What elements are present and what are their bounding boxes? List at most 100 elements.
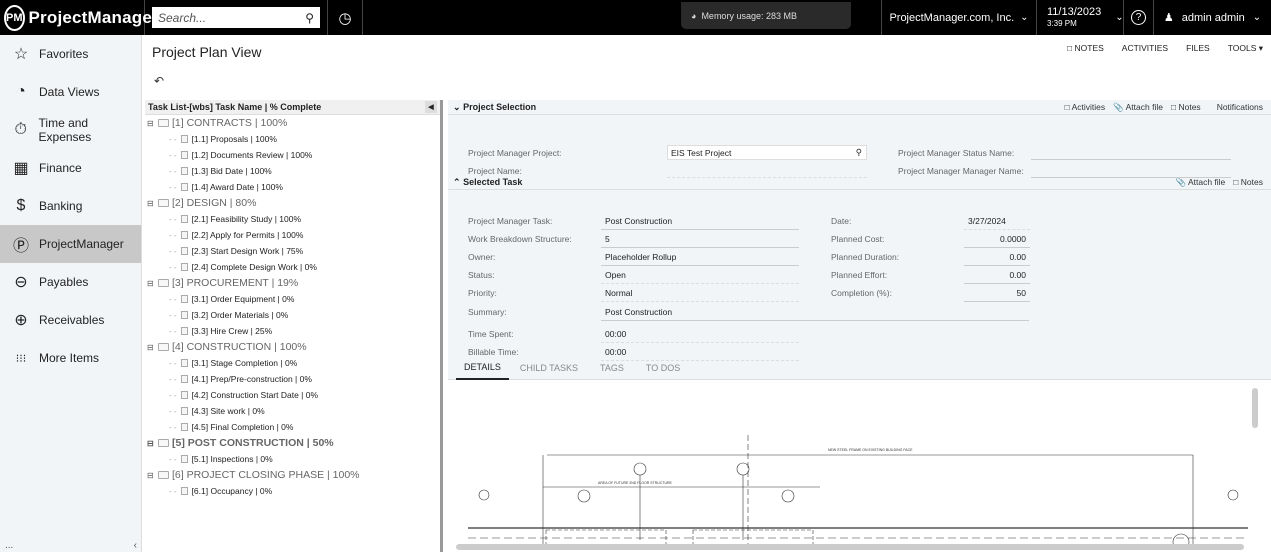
sidebar-item-finance[interactable]: ▦ Finance — [0, 149, 141, 187]
collapse-toggle-icon[interactable]: ⊟ — [147, 471, 155, 480]
tree-item[interactable]: - - [4.5] Final Completion | 0% — [147, 419, 440, 435]
document-icon — [180, 183, 188, 191]
tree-item-label: [2.1] Feasibility Study | 100% — [191, 214, 302, 224]
project-selection-section: Project Manager Project: EIS Test Projec… — [448, 115, 1271, 178]
collapse-toggle-icon[interactable]: ⊟ — [147, 119, 155, 128]
collapse-toggle-icon[interactable]: ⊟ — [147, 199, 155, 208]
field-value[interactable]: Placeholder Rollup — [605, 252, 676, 262]
field-value[interactable]: 5 — [605, 234, 610, 244]
detail-panel: ⌄ Project Selection □ Activities 📎 Attac… — [448, 100, 1271, 552]
collapse-sidebar-icon[interactable]: ‹ — [134, 540, 137, 552]
top-bar: PM ProjectManager ⚲ ◷ ◕ Memory usage: 28… — [0, 0, 1271, 35]
search-input[interactable] — [158, 10, 288, 25]
project-selector[interactable]: EIS Test Project ⚲ — [667, 145, 867, 160]
field-value[interactable]: Post Construction — [605, 216, 672, 226]
grid-marker — [781, 489, 795, 503]
sidebar-item-time-and-expenses[interactable]: ⏱ Time and Expenses — [0, 111, 141, 149]
memory-usage: ◕ Memory usage: 283 MB — [681, 2, 851, 29]
project-selection-header[interactable]: ⌄ Project Selection □ Activities 📎 Attac… — [448, 100, 1271, 115]
time-text: 3:39 PM — [1047, 18, 1077, 28]
tree-item[interactable]: - - [2.1] Feasibility Study | 100% — [147, 211, 440, 227]
sidebar-item-receivables[interactable]: ⊕ Receivables — [0, 301, 141, 339]
collapse-panel-button[interactable]: ◀ — [425, 101, 437, 113]
field-value[interactable]: 0.00 — [964, 270, 1026, 280]
notifications-link[interactable]: Notifications — [1217, 102, 1263, 113]
tree-group[interactable]: ⊟ [4] CONSTRUCTION | 100% — [147, 339, 440, 355]
notes-link[interactable]: □ Notes — [1171, 102, 1201, 113]
field-value[interactable]: 0.0000 — [964, 234, 1026, 244]
tree-item[interactable]: - - [2.2] Apply for Permits | 100% — [147, 227, 440, 243]
tab-child-tasks[interactable]: CHILD TASKS — [509, 355, 589, 380]
user-menu[interactable]: ♟ admin admin ⌄ — [1153, 0, 1271, 35]
tree-item[interactable]: - - [4.2] Construction Start Date | 0% — [147, 387, 440, 403]
field-value[interactable]: 3/27/2024 — [968, 216, 1006, 226]
field-value[interactable]: Normal — [605, 288, 632, 298]
attach-file-link[interactable]: 📎 Attach file — [1113, 102, 1163, 113]
undo-icon[interactable]: ↶ — [154, 74, 164, 88]
tree-item-label: [2.3] Start Design Work | 75% — [191, 246, 304, 256]
tree-item[interactable]: - - [1.3] Bid Date | 100% — [147, 163, 440, 179]
tab-details[interactable]: DETAILS — [456, 355, 509, 380]
tree-item[interactable]: - - [6.1] Occupancy | 0% — [147, 483, 440, 499]
tree-item[interactable]: - - [5.1] Inspections | 0% — [147, 451, 440, 467]
field-value[interactable]: Post Construction — [605, 307, 672, 317]
tree-item[interactable]: - - [3.1] Stage Completion | 0% — [147, 355, 440, 371]
section-marker — [736, 462, 750, 476]
tree-group[interactable]: ⊟ [1] CONTRACTS | 100% — [147, 115, 440, 131]
tree-item[interactable]: - - [4.3] Site work | 0% — [147, 403, 440, 419]
field-label: Date: — [831, 216, 852, 226]
tree-group[interactable]: ⊟ [3] PROCUREMENT | 19% — [147, 275, 440, 291]
help-button[interactable]: ? — [1123, 0, 1153, 35]
logo[interactable]: PM ProjectManager — [0, 0, 159, 35]
more-options-icon[interactable]: ... — [5, 540, 13, 552]
attach-file-link[interactable]: 📎 Attach file — [1175, 177, 1225, 188]
sidebar-item-more-items[interactable]: ⁝⁝⁝ More Items — [0, 339, 141, 377]
collapse-toggle-icon[interactable]: ⊟ — [147, 279, 155, 288]
sidebar-item-banking[interactable]: $ Banking — [0, 187, 141, 225]
tree-item[interactable]: - - [1.1] Proposals | 100% — [147, 131, 440, 147]
activities-link[interactable]: □ Activities — [1065, 102, 1106, 113]
files-button[interactable]: FILES — [1186, 43, 1210, 54]
search-icon[interactable]: ⚲ — [856, 147, 862, 158]
tree-group[interactable]: ⊟ [5] POST CONSTRUCTION | 50% — [147, 435, 440, 451]
vertical-scrollbar[interactable] — [1252, 388, 1258, 428]
tree-group-label: [2] DESIGN | 80% — [172, 197, 257, 209]
company-selector[interactable]: ProjectManager.com, Inc. ⌄ — [881, 0, 1036, 35]
date-selector[interactable]: 11/13/2023 3:39 PM ⌄ — [1036, 0, 1124, 35]
tree-item-label: [4.3] Site work | 0% — [191, 406, 265, 416]
notes-link[interactable]: □ Notes — [1233, 177, 1263, 188]
chevron-down-icon: ⌄ — [1020, 12, 1029, 23]
tree-item-label: [1.3] Bid Date | 100% — [191, 166, 272, 176]
tree-group[interactable]: ⊟ [6] PROJECT CLOSING PHASE | 100% — [147, 467, 440, 483]
activities-button[interactable]: ACTIVITIES — [1122, 43, 1168, 54]
tools-button[interactable]: TOOLS ▾ — [1228, 43, 1263, 54]
field-value[interactable]: Open — [605, 270, 626, 280]
field-label: Completion (%): — [831, 288, 892, 298]
field-value[interactable]: 50 — [964, 288, 1026, 298]
collapse-toggle-icon[interactable]: ⊟ — [147, 439, 155, 448]
tree-group[interactable]: ⊟ [2] DESIGN | 80% — [147, 195, 440, 211]
tree-item[interactable]: - - [2.3] Start Design Work | 75% — [147, 243, 440, 259]
field-value[interactable]: 00:00 — [605, 329, 626, 339]
notes-button[interactable]: □ NOTES — [1067, 43, 1104, 54]
tree-item[interactable]: - - [1.4] Award Date | 100% — [147, 179, 440, 195]
collapse-toggle-icon[interactable]: ⊟ — [147, 343, 155, 352]
sidebar-item-projectmanager[interactable]: Ⓟ ProjectManager — [0, 225, 141, 263]
field-value[interactable]: 0.00 — [964, 252, 1026, 262]
document-icon — [180, 295, 188, 303]
history-icon[interactable]: ◷ — [328, 0, 363, 35]
sidebar-item-payables[interactable]: ⊖ Payables — [0, 263, 141, 301]
tree-item[interactable]: - - [3.1] Order Equipment | 0% — [147, 291, 440, 307]
tree-item[interactable]: - - [4.1] Prep/Pre-construction | 0% — [147, 371, 440, 387]
sidebar-item-data-views[interactable]: ◔ Data Views — [0, 73, 141, 111]
tree-item-label: [3.1] Order Equipment | 0% — [191, 294, 295, 304]
tree-item[interactable]: - - [1.2] Documents Review | 100% — [147, 147, 440, 163]
tree-item[interactable]: - - [2.4] Complete Design Work | 0% — [147, 259, 440, 275]
tree-item[interactable]: - - [3.3] Hire Crew | 25% — [147, 323, 440, 339]
horizontal-scrollbar[interactable] — [456, 544, 1244, 550]
tree-item[interactable]: - - [3.2] Order Materials | 0% — [147, 307, 440, 323]
tab-to-dos[interactable]: TO DOS — [635, 355, 691, 380]
sidebar-item-favorites[interactable]: ☆ Favorites — [0, 35, 141, 73]
search-icon[interactable]: ⚲ — [305, 11, 314, 25]
tab-tags[interactable]: TAGS — [589, 355, 635, 380]
